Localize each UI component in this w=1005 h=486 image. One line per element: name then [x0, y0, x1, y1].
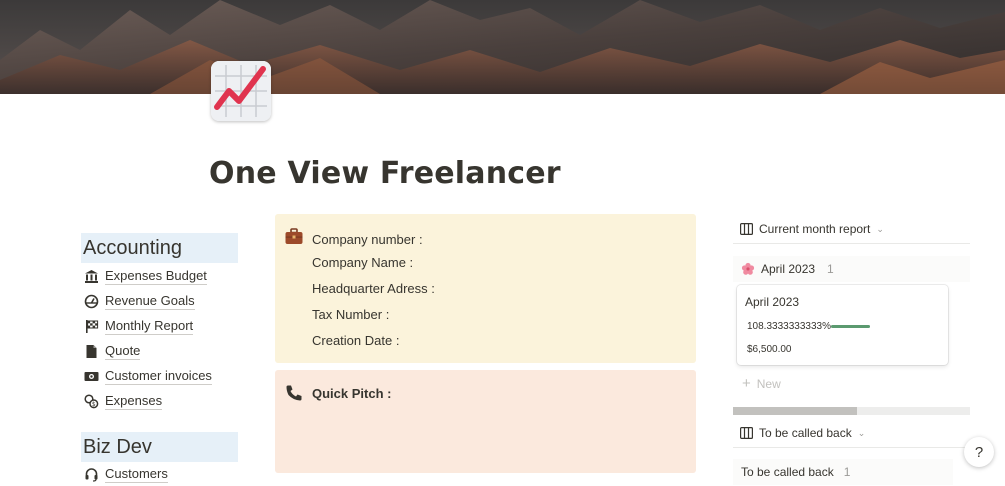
board-card[interactable]: April 2023 108.3333333333% $6,500.00 — [737, 285, 948, 365]
plus-icon: + — [742, 375, 751, 392]
progress-percent: 108.3333333333% — [747, 321, 831, 332]
tax-number-field[interactable]: Tax Number : — [312, 307, 389, 322]
creation-date-field[interactable]: Creation Date : — [312, 333, 399, 348]
company-number-field[interactable]: Company number : — [312, 232, 423, 247]
accounting-heading: Accounting — [81, 233, 238, 263]
board-group-header[interactable]: To be called back 1 — [733, 459, 953, 485]
headquarter-address-field[interactable]: Headquarter Adress : — [312, 281, 435, 296]
divider — [733, 243, 970, 244]
board-group-header[interactable]: April 2023 1 — [733, 256, 970, 282]
nav-label: Customer invoices — [105, 368, 212, 385]
board-view-icon — [740, 223, 753, 235]
current-month-report-view-tab[interactable]: Current month report ⌄ — [740, 222, 884, 236]
card-title: April 2023 — [745, 295, 800, 309]
to-be-called-back-view-tab[interactable]: To be called back ⌄ — [740, 426, 865, 440]
quick-pitch-callout: Quick Pitch : — [275, 370, 696, 473]
divider — [733, 447, 970, 448]
quick-pitch-label[interactable]: Quick Pitch : — [312, 386, 391, 401]
cover-image — [0, 0, 1005, 94]
flower-icon — [741, 262, 755, 276]
svg-text:$: $ — [92, 401, 96, 408]
chart-increasing-icon — [211, 61, 271, 121]
headset-icon — [84, 467, 99, 482]
phone-icon — [285, 384, 303, 407]
group-count: 1 — [843, 465, 851, 479]
new-card-button[interactable]: + New — [742, 375, 781, 392]
nav-monthly-report[interactable]: Monthly Report — [84, 315, 194, 337]
money-icon — [84, 369, 99, 384]
nav-label: Monthly Report — [105, 318, 194, 335]
nav-label: Customers — [105, 466, 168, 483]
nav-expenses[interactable]: $ Expenses — [84, 390, 163, 412]
nav-revenue-goals[interactable]: Revenue Goals — [84, 290, 195, 312]
view-title: To be called back — [759, 426, 852, 440]
progress-fill — [831, 325, 870, 328]
card-amount: $6,500.00 — [747, 344, 792, 355]
nav-expenses-budget[interactable]: Expenses Budget — [84, 265, 207, 287]
nav-quote[interactable]: Quote — [84, 340, 141, 362]
company-info-callout: Company number : Company Name : Headquar… — [275, 214, 696, 363]
group-name: April 2023 — [761, 262, 816, 276]
bizdev-heading: Biz Dev — [81, 432, 238, 462]
gauge-icon — [84, 294, 99, 309]
group-name: To be called back — [741, 465, 834, 479]
help-button[interactable]: ? — [964, 437, 994, 467]
company-name-field[interactable]: Company Name : — [312, 255, 413, 270]
view-title: Current month report — [759, 222, 871, 236]
horizontal-scrollbar-thumb[interactable] — [733, 407, 857, 415]
progress-bar — [831, 325, 870, 328]
flag-icon — [84, 319, 99, 334]
group-count: 1 — [827, 262, 834, 276]
nav-customers[interactable]: Customers — [84, 463, 168, 485]
nav-label: Quote — [105, 343, 141, 360]
coins-icon: $ — [84, 393, 99, 409]
page-title: One View Freelancer — [209, 156, 561, 191]
briefcase-icon — [285, 228, 303, 250]
nav-label: Revenue Goals — [105, 293, 195, 310]
chevron-down-icon: ⌄ — [876, 223, 884, 234]
new-label: New — [756, 376, 781, 391]
board-view-icon — [740, 427, 753, 439]
nav-customer-invoices[interactable]: Customer invoices — [84, 365, 212, 387]
chevron-down-icon: ⌄ — [857, 427, 866, 438]
nav-label: Expenses Budget — [105, 268, 207, 285]
bank-icon — [84, 269, 99, 284]
document-icon — [84, 344, 99, 359]
nav-label: Expenses — [105, 393, 163, 410]
